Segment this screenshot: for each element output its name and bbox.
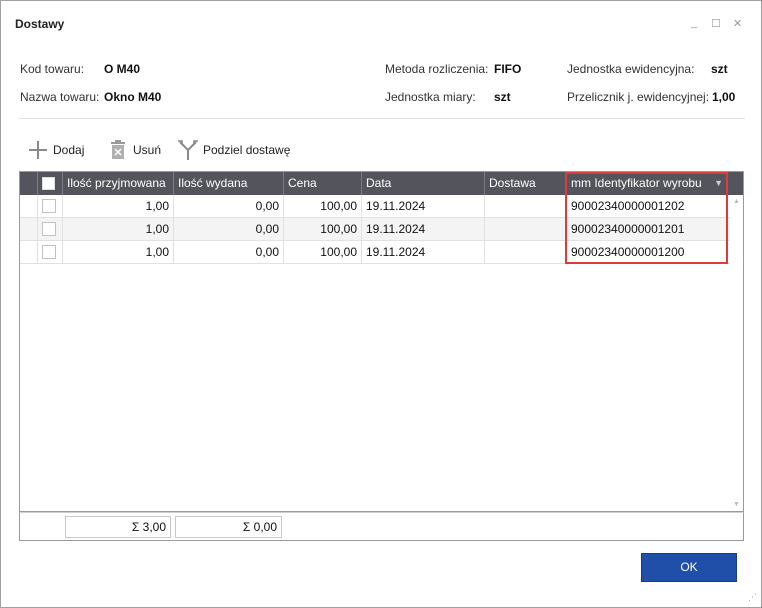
table-row[interactable]: 1,00 0,00 100,00 19.11.2024 900023400000… — [20, 218, 730, 241]
sum-ilosc-wydana: Σ 0,00 — [175, 516, 282, 538]
cell-cena[interactable]: 100,00 — [284, 241, 362, 264]
jednostka-ewidencyjna-value: szt — [711, 62, 728, 76]
cell-ilosc-przyjmowana[interactable]: 1,00 — [63, 241, 174, 264]
remove-button-label: Usuń — [133, 143, 162, 157]
cell-data[interactable]: 19.11.2024 — [362, 241, 485, 264]
col-header-data[interactable]: Data — [362, 172, 485, 195]
cell-identyfikator[interactable]: 90002340000001202 — [567, 195, 730, 218]
row-checkbox-cell — [38, 218, 63, 241]
cell-ilosc-wydana[interactable]: 0,00 — [174, 241, 284, 264]
col-header-ilosc-wydana[interactable]: Ilość wydana — [174, 172, 284, 195]
plus-icon — [27, 139, 49, 161]
row-checkbox[interactable] — [42, 222, 56, 236]
close-icon[interactable]: ✕ — [733, 17, 742, 30]
maximize-icon[interactable]: ☐ — [711, 17, 721, 30]
przelicznik-value: 1,00 — [712, 90, 736, 104]
row-indicator — [20, 218, 38, 241]
split-icon — [177, 139, 199, 161]
cell-cena[interactable]: 100,00 — [284, 195, 362, 218]
resize-grip-icon[interactable]: ⋰ — [748, 592, 757, 603]
split-delivery-button[interactable]: Podziel dostawę — [177, 137, 290, 163]
col-header-identyfikator-label: mm Identyfikator wyrobu — [571, 176, 702, 190]
trash-icon — [107, 139, 129, 161]
cell-dostawa[interactable] — [485, 218, 567, 241]
select-all-checkbox[interactable] — [42, 177, 55, 190]
divider — [19, 118, 745, 119]
grid-header: Ilość przyjmowana Ilość wydana Cena Data… — [20, 172, 743, 195]
cell-cena[interactable]: 100,00 — [284, 218, 362, 241]
cell-dostawa[interactable] — [485, 241, 567, 264]
window-title: Dostawy — [15, 17, 65, 31]
col-header-ilosc-przyjmowana[interactable]: Ilość przyjmowana — [63, 172, 174, 195]
col-header-dostawa[interactable]: Dostawa — [485, 172, 567, 195]
deliveries-grid: Ilość przyjmowana Ilość wydana Cena Data… — [19, 171, 744, 512]
cell-dostawa[interactable] — [485, 195, 567, 218]
add-button-label: Dodaj — [53, 143, 85, 157]
cell-ilosc-przyjmowana[interactable]: 1,00 — [63, 195, 174, 218]
col-header-cena[interactable]: Cena — [284, 172, 362, 195]
jednostka-miary-label: Jednostka miary: — [385, 90, 476, 104]
przelicznik-label: Przelicznik j. ewidencyjnej: — [567, 90, 710, 104]
title-bar: Dostawy _ ☐ ✕ — [1, 1, 761, 47]
cell-identyfikator[interactable]: 90002340000001200 — [567, 241, 730, 264]
cell-identyfikator[interactable]: 90002340000001201 — [567, 218, 730, 241]
row-checkbox-cell — [38, 241, 63, 264]
nazwa-towaru-value: Okno M40 — [104, 90, 162, 104]
table-row[interactable]: 1,00 0,00 100,00 19.11.2024 900023400000… — [20, 195, 730, 218]
row-indicator — [20, 241, 38, 264]
split-delivery-label: Podziel dostawę — [203, 143, 291, 157]
jednostka-ewidencyjna-label: Jednostka ewidencyjna: — [567, 62, 695, 76]
jednostka-miary-value: szt — [494, 90, 511, 104]
select-all-header — [38, 172, 63, 195]
sum-ilosc-przyjmowana: Σ 3,00 — [65, 516, 171, 538]
add-button[interactable]: Dodaj — [27, 137, 84, 163]
ok-button[interactable]: OK — [641, 553, 737, 582]
row-checkbox[interactable] — [42, 245, 56, 259]
metoda-rozliczenia-label: Metoda rozliczenia: — [385, 62, 489, 76]
cell-ilosc-przyjmowana[interactable]: 1,00 — [63, 218, 174, 241]
kod-towaru-label: Kod towaru: — [20, 62, 85, 76]
table-row[interactable]: 1,00 0,00 100,00 19.11.2024 900023400000… — [20, 241, 730, 264]
vertical-scrollbar[interactable]: ▲ ▼ — [730, 195, 743, 511]
dostawy-dialog: Dostawy _ ☐ ✕ Kod towaru: O M40 Nazwa to… — [0, 0, 762, 608]
cell-data[interactable]: 19.11.2024 — [362, 195, 485, 218]
row-checkbox-cell — [38, 195, 63, 218]
scroll-down-icon[interactable]: ▼ — [733, 501, 740, 508]
filter-dropdown-icon[interactable]: ▼ — [714, 172, 723, 195]
metoda-rozliczenia-value: FIFO — [494, 62, 522, 76]
scroll-up-icon[interactable]: ▲ — [733, 198, 740, 205]
kod-towaru-value: O M40 — [104, 62, 141, 76]
col-header-identyfikator[interactable]: mm Identyfikator wyrobu ▼ — [567, 172, 729, 195]
cell-ilosc-wydana[interactable]: 0,00 — [174, 195, 284, 218]
cell-ilosc-wydana[interactable]: 0,00 — [174, 218, 284, 241]
row-indicator — [20, 195, 38, 218]
row-indicator-header — [20, 172, 38, 195]
row-checkbox[interactable] — [42, 199, 56, 213]
minimize-icon[interactable]: _ — [691, 17, 697, 29]
cell-data[interactable]: 19.11.2024 — [362, 218, 485, 241]
remove-button[interactable]: Usuń — [107, 137, 161, 163]
nazwa-towaru-label: Nazwa towaru: — [20, 90, 100, 104]
grid-summary-footer: Σ 3,00 Σ 0,00 — [19, 512, 744, 541]
